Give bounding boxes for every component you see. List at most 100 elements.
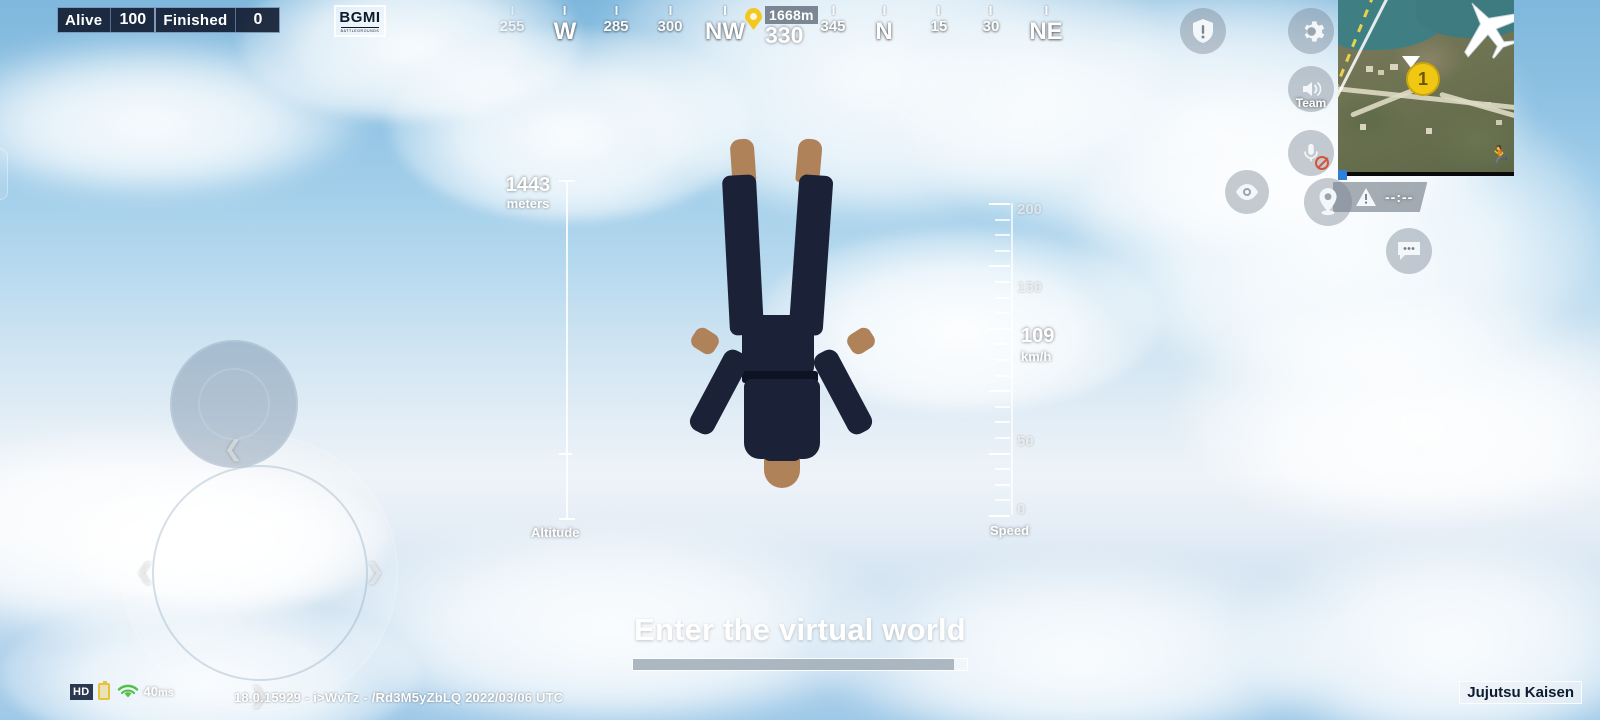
speed-tick bbox=[989, 390, 1010, 393]
minimap-structure bbox=[1426, 128, 1432, 134]
chat-button[interactable] bbox=[1386, 228, 1432, 274]
map-pin-icon bbox=[1319, 188, 1337, 216]
altitude-unit: meters bbox=[506, 196, 550, 211]
compass-label: N bbox=[875, 18, 893, 45]
mute-indicator-icon bbox=[1315, 156, 1329, 170]
compass-label: 345 bbox=[820, 18, 846, 35]
spectate-button[interactable] bbox=[1225, 170, 1269, 214]
compass-label: NW bbox=[705, 18, 745, 45]
chat-bubble-icon bbox=[1398, 242, 1420, 260]
speed-tick bbox=[995, 249, 1010, 252]
speed-tick bbox=[989, 265, 1010, 268]
speed-scale-label: 150 bbox=[1017, 279, 1043, 296]
compass-tick bbox=[615, 6, 617, 15]
compass-label: W bbox=[553, 18, 577, 45]
compass-label: 300 bbox=[657, 18, 683, 35]
report-button[interactable] bbox=[1180, 8, 1226, 54]
gear-icon bbox=[1304, 20, 1324, 42]
speed-tick bbox=[995, 483, 1010, 486]
minimap-waypoint-marker[interactable]: 1 bbox=[1406, 62, 1440, 96]
ping-number: 40 bbox=[143, 684, 158, 699]
waypoint-heading: 330 bbox=[765, 22, 804, 48]
connection-status-bar: HD 40ms bbox=[70, 681, 174, 700]
speed-tick bbox=[995, 296, 1010, 299]
compass-tick bbox=[669, 6, 671, 15]
speed-tick bbox=[995, 437, 1010, 439]
minimap[interactable]: 1 🏃 bbox=[1338, 0, 1514, 176]
compass-tick bbox=[564, 6, 566, 15]
speed-tick bbox=[989, 515, 1010, 517]
compass-item: W bbox=[553, 0, 577, 46]
altitude-scale-line bbox=[566, 180, 568, 520]
loading-progress-bar bbox=[632, 658, 968, 671]
warning-shield-icon bbox=[1193, 19, 1213, 43]
altitude-title: Altitude bbox=[531, 525, 580, 540]
compass-item: 15 bbox=[930, 0, 948, 35]
speed-tick bbox=[995, 312, 1010, 315]
speed-value: 109 bbox=[1021, 325, 1055, 347]
minimap-structure bbox=[1360, 124, 1366, 130]
speed-readout: 109 km/h bbox=[1021, 325, 1054, 364]
speed-scale-label: 200 bbox=[1017, 201, 1043, 218]
speed-scale-label: 50 bbox=[1017, 433, 1034, 450]
left-edge-handle[interactable] bbox=[0, 148, 8, 200]
speed-tick bbox=[989, 452, 1010, 455]
minimap-structure bbox=[1390, 64, 1398, 70]
hd-badge: HD bbox=[70, 683, 93, 700]
minimap-structure bbox=[1496, 120, 1502, 125]
compass-item: NE bbox=[1029, 0, 1063, 46]
compass-item: 285 bbox=[603, 0, 629, 35]
team-button-label: Team bbox=[1295, 96, 1327, 110]
compass-item: 255 bbox=[499, 0, 525, 35]
minimap-structure bbox=[1484, 102, 1491, 108]
speed-tick bbox=[995, 359, 1010, 361]
speed-tick bbox=[995, 234, 1010, 237]
compass-tick bbox=[511, 6, 513, 15]
speed-title: Speed bbox=[990, 523, 1030, 538]
joystick-arrow-right-icon: ❯ bbox=[365, 559, 384, 584]
altitude-tick-top bbox=[559, 180, 575, 182]
ping-unit: ms bbox=[157, 687, 174, 699]
compass-tick bbox=[883, 6, 885, 15]
compass-item: N bbox=[875, 0, 893, 46]
joystick-arrow-up-icon: ❮ bbox=[224, 436, 243, 461]
compass-item: 30 bbox=[982, 0, 1000, 35]
place-marker-button[interactable] bbox=[1304, 178, 1352, 226]
altitude-value: 1443 bbox=[505, 174, 551, 196]
speed-tick bbox=[995, 421, 1010, 424]
speed-tick bbox=[995, 405, 1010, 408]
altitude-tick-marker bbox=[559, 453, 572, 455]
loading-progress-fill bbox=[633, 659, 954, 670]
compass-label: NE bbox=[1029, 18, 1063, 45]
microphone-mute-button[interactable] bbox=[1288, 130, 1334, 176]
eye-icon bbox=[1236, 184, 1258, 200]
minimap-structure bbox=[1378, 70, 1384, 75]
running-player-icon: 🏃 bbox=[1488, 145, 1511, 165]
speed-tick bbox=[995, 218, 1010, 221]
compass-item: 345 bbox=[820, 0, 846, 35]
center-banner: Enter the virtual world bbox=[0, 612, 1600, 671]
speed-tick bbox=[989, 203, 1010, 205]
minimap-structure bbox=[1366, 66, 1373, 72]
altitude-gauge: 1443 meters Altitude bbox=[497, 170, 587, 550]
settings-button[interactable] bbox=[1288, 8, 1334, 54]
debug-build-info: 18.0.15929 - i>WvTz - /Rd3M5yZbLQ 2022/0… bbox=[234, 690, 564, 705]
compass-label: 255 bbox=[499, 18, 525, 35]
team-voice-button[interactable]: Team bbox=[1288, 66, 1334, 112]
speed-scale-label: 0 bbox=[1017, 501, 1026, 518]
compass-tick bbox=[938, 6, 940, 15]
compass-label: 285 bbox=[603, 18, 629, 35]
player-character bbox=[686, 135, 890, 490]
warning-triangle-icon bbox=[1356, 188, 1376, 206]
joystick-knob[interactable]: ❮ bbox=[170, 340, 298, 468]
speed-tick bbox=[995, 499, 1010, 502]
speed-tick bbox=[995, 468, 1010, 471]
compass-tick bbox=[990, 6, 992, 15]
speed-unit: km/h bbox=[1021, 349, 1052, 364]
speed-gauge: 109 km/h Speed 200 150 50 0 bbox=[985, 195, 1095, 545]
compass-tick bbox=[832, 6, 834, 15]
banner-text: Enter the virtual world bbox=[634, 612, 966, 647]
compass-label: 15 bbox=[930, 18, 948, 35]
compass-item: 300 bbox=[657, 0, 683, 35]
compass-label: 30 bbox=[982, 18, 1000, 35]
